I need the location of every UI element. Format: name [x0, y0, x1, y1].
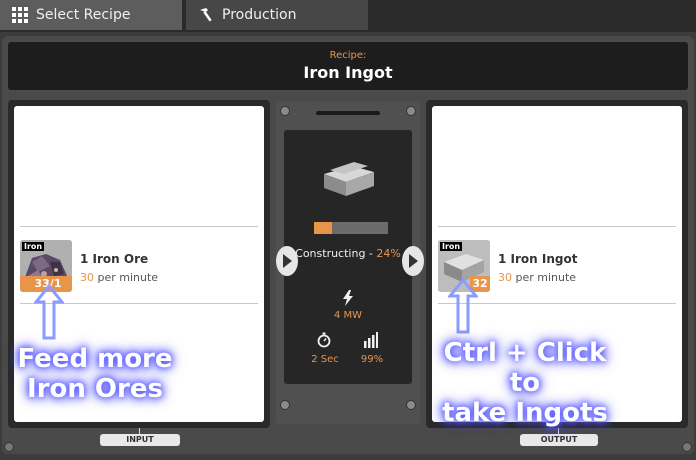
- tab-production[interactable]: Production: [186, 0, 368, 30]
- annotation-line: Feed more: [17, 344, 173, 374]
- output-item-rate: 30 per minute: [498, 271, 576, 284]
- grid-icon: [12, 7, 28, 23]
- screw-icon: [280, 400, 290, 410]
- output-rate-unit: per minute: [515, 271, 577, 284]
- input-rate-unit: per minute: [97, 271, 159, 284]
- lightning-icon: [343, 290, 353, 306]
- annotation-line: take Ingots: [442, 398, 608, 428]
- recipe-header: Recipe: Iron Ingot: [8, 42, 688, 90]
- annotation-line: Ctrl + Click to: [443, 338, 607, 398]
- arrow-right-icon: [409, 254, 418, 268]
- input-label: INPUT: [100, 434, 180, 446]
- input-item-rate: 30 per minute: [80, 271, 158, 284]
- tab-select-recipe[interactable]: Select Recipe: [0, 0, 182, 30]
- cycle-time-value: 2 Sec: [311, 354, 339, 365]
- status-separator: -: [365, 247, 377, 260]
- hammer-icon: [200, 8, 212, 22]
- input-arrow: [276, 246, 298, 276]
- recipe-title: Iron Ingot: [303, 63, 393, 82]
- output-label: OUTPUT: [520, 434, 598, 446]
- arrow-up-icon: [448, 278, 478, 334]
- arrow-right-icon: [283, 254, 292, 268]
- screw-icon: [280, 106, 290, 116]
- tab-label: Select Recipe: [36, 7, 131, 23]
- tab-label: Production: [222, 7, 297, 23]
- item-tag: Iron: [440, 242, 463, 251]
- production-status: Constructing - 24%: [284, 247, 412, 260]
- efficiency-bars-icon: [364, 332, 378, 348]
- status-percent: 24%: [376, 247, 401, 260]
- arrow-up-icon: [34, 284, 64, 340]
- production-progress-bar: [314, 222, 388, 234]
- divider: [20, 226, 258, 227]
- screw-icon: [4, 442, 14, 452]
- divider: [438, 226, 676, 227]
- status-text: Constructing: [295, 247, 366, 260]
- output-arrow: [402, 246, 424, 276]
- output-item-name: 1 Iron Ingot: [498, 252, 578, 266]
- efficiency-value: 99%: [360, 354, 384, 365]
- tab-bar: Select Recipe Production: [0, 0, 696, 32]
- input-item-name: 1 Iron Ore: [80, 252, 149, 266]
- stopwatch-icon: [317, 332, 331, 348]
- machine-display: Constructing - 24% 4 MW 2 Sec 99%: [284, 130, 412, 384]
- machine-slot: [316, 111, 380, 115]
- iron-ingot-icon: [324, 162, 374, 196]
- output-rate-value: 30: [498, 271, 512, 284]
- screw-icon: [406, 400, 416, 410]
- annotation-ctrl-click: Ctrl + Click to take Ingots: [426, 338, 624, 428]
- input-rate-value: 30: [80, 271, 94, 284]
- annotation-feed-ores: Feed more Iron Ores: [10, 344, 180, 404]
- progress-fill: [314, 222, 332, 234]
- annotation-line: Iron Ores: [27, 374, 163, 404]
- screw-icon: [682, 442, 692, 452]
- screw-icon: [406, 106, 416, 116]
- item-tag: Iron: [22, 242, 45, 251]
- recipe-caption: Recipe:: [329, 50, 367, 61]
- power-value: 4 MW: [333, 310, 363, 321]
